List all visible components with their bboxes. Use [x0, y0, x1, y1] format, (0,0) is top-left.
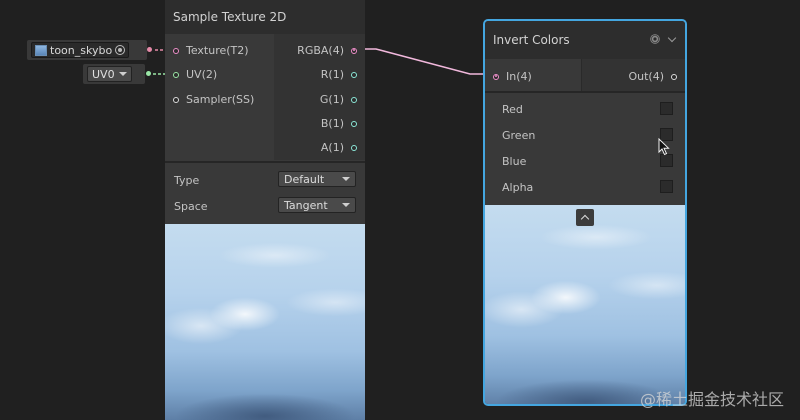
output-preview	[485, 205, 685, 404]
port-label: Texture(T2)	[186, 44, 249, 57]
chevron-up-icon	[580, 214, 590, 224]
port-connector-icon[interactable]	[351, 144, 357, 151]
port-label: RGBA(4)	[297, 44, 344, 57]
toggle-label-green: Green	[502, 129, 536, 142]
collapse-chevron-icon[interactable]	[667, 33, 677, 42]
port-a-output[interactable]: A(1)	[321, 141, 357, 154]
port-uv-input[interactable]: UV(2)	[173, 68, 217, 81]
uv-field-port[interactable]	[146, 71, 151, 76]
node-header-controls	[651, 33, 677, 43]
port-out-output[interactable]: Out(4)	[628, 70, 677, 83]
port-label: In(4)	[506, 70, 532, 83]
port-label: B(1)	[320, 117, 344, 130]
type-dropdown[interactable]: Default	[278, 171, 356, 187]
port-connector-icon[interactable]	[351, 120, 357, 127]
port-b-output[interactable]: B(1)	[321, 117, 357, 130]
texture-field-port[interactable]	[147, 47, 152, 52]
toggle-label-red: Red	[502, 103, 523, 116]
texture-property-field[interactable]: toon_skybo	[27, 40, 147, 60]
port-g-output[interactable]: G(1)	[320, 93, 357, 106]
space-label: Space	[174, 200, 208, 213]
uv-property-field[interactable]: UV0	[83, 64, 145, 84]
object-picker-icon[interactable]	[115, 45, 126, 55]
port-connector-icon[interactable]	[351, 47, 357, 54]
collapse-preview-button[interactable]	[576, 209, 594, 226]
settings-divider	[165, 161, 365, 163]
port-connector-icon[interactable]	[671, 73, 677, 80]
chevron-down-icon	[118, 72, 127, 76]
port-label: R(1)	[320, 68, 344, 81]
port-connector-icon[interactable]	[351, 96, 357, 103]
port-connector-icon[interactable]	[173, 71, 179, 78]
port-label: A(1)	[320, 141, 344, 154]
sample-texture-2d-node[interactable]: Sample Texture 2D Texture(T2) UV(2) Samp…	[165, 0, 365, 420]
port-label: Out(4)	[628, 70, 664, 83]
toggle-label-blue: Blue	[502, 155, 527, 168]
port-connector-icon[interactable]	[493, 73, 499, 80]
port-connector-icon[interactable]	[173, 47, 179, 54]
port-in-input[interactable]: In(4)	[493, 70, 532, 83]
texture-value: toon_skybo	[50, 43, 113, 57]
toggle-label-alpha: Alpha	[502, 181, 534, 194]
watermark-text: @稀土掘金技术社区	[639, 390, 784, 409]
space-dropdown[interactable]: Tangent	[278, 197, 356, 213]
settings-divider	[485, 91, 685, 93]
port-sampler-input[interactable]: Sampler(SS)	[173, 93, 254, 106]
uv-dropdown[interactable]: UV0	[87, 66, 132, 82]
uv-value: UV0	[92, 67, 115, 81]
port-connector-icon[interactable]	[351, 71, 357, 78]
mouse-cursor-icon	[658, 138, 670, 156]
texture-object-field[interactable]: toon_skybo	[31, 42, 130, 58]
port-texture-input[interactable]: Texture(T2)	[173, 44, 249, 57]
chevron-down-icon	[342, 203, 350, 207]
toggle-red-checkbox[interactable]	[660, 102, 673, 115]
node-title-text: Invert Colors	[493, 33, 570, 47]
texture-preview	[165, 224, 365, 420]
port-label: G(1)	[319, 93, 344, 106]
port-label: Sampler(SS)	[186, 93, 255, 106]
port-r-output[interactable]: R(1)	[321, 68, 357, 81]
type-value: Default	[284, 172, 325, 186]
port-rgba-output[interactable]: RGBA(4)	[297, 44, 357, 57]
port-label: UV(2)	[186, 68, 218, 81]
type-label: Type	[174, 174, 200, 187]
wire-rgba-to-in	[357, 48, 493, 75]
chevron-down-icon	[342, 177, 350, 181]
node-title[interactable]: Sample Texture 2D	[165, 0, 365, 34]
invert-colors-node[interactable]: Invert Colors In(4) Out(4) Red Green Blu…	[483, 19, 687, 406]
port-connector-icon[interactable]	[173, 96, 179, 103]
toggle-alpha-checkbox[interactable]	[660, 180, 673, 193]
gear-icon[interactable]	[651, 35, 659, 43]
space-value: Tangent	[284, 198, 328, 212]
texture-thumbnail-icon	[35, 44, 47, 56]
